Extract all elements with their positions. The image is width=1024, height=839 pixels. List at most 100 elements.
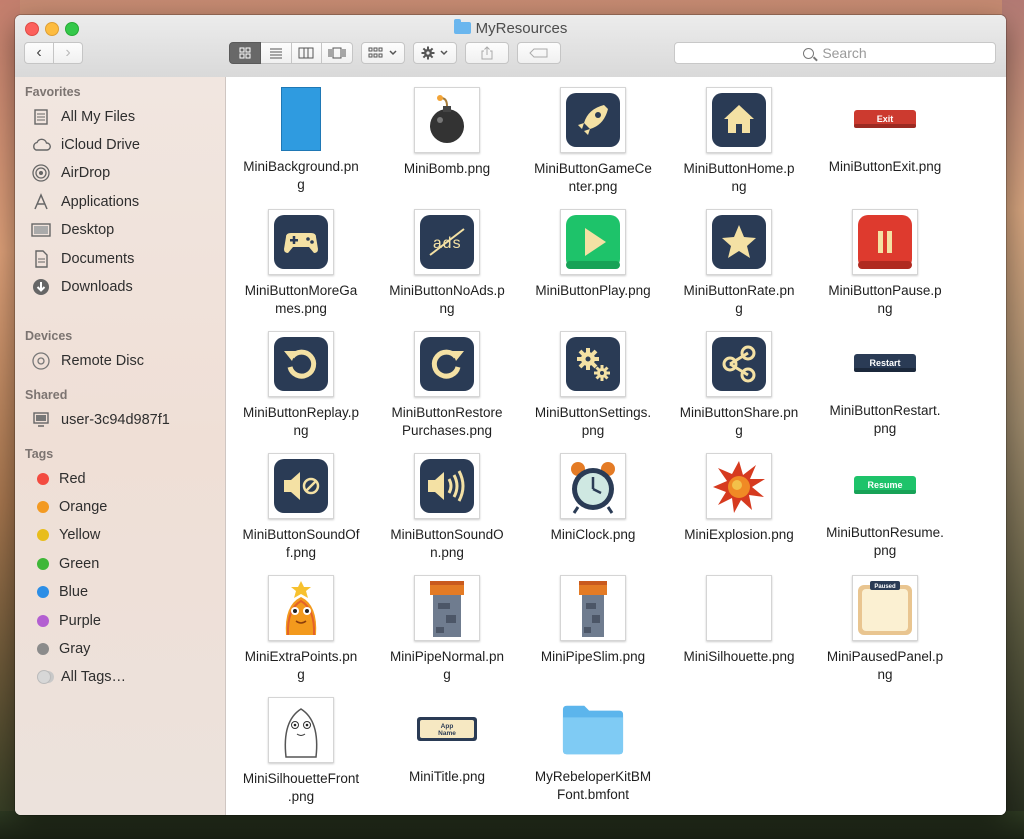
sidebar-header-favorites: Favorites — [25, 85, 81, 99]
forward-button[interactable]: › — [54, 42, 83, 64]
file-item[interactable]: MiniSilhouette.png — [669, 575, 809, 666]
file-item[interactable]: MiniButtonSettings. png — [523, 331, 663, 440]
sidebar-item-label: Blue — [59, 584, 89, 600]
window-title: MyResources — [15, 19, 1006, 37]
sidebar-item-tag-green[interactable]: Green — [31, 552, 99, 576]
search-icon — [803, 47, 815, 59]
sidebar-item-label: All My Files — [61, 109, 136, 125]
sidebar-item-tag-yellow[interactable]: Yellow — [31, 523, 100, 547]
arrange-button[interactable] — [361, 42, 405, 64]
all-tags-icon — [37, 670, 51, 684]
file-item[interactable]: MiniClock.png — [523, 453, 663, 544]
forward-chevron-icon: › — [65, 44, 71, 61]
file-item[interactable]: MyRebeloperKitBM Font.bmfont — [523, 697, 663, 804]
file-item[interactable]: MiniButtonPlay.png — [523, 209, 663, 300]
sidebar-header-shared: Shared — [25, 388, 68, 402]
file-item[interactable]: Exit MiniButtonExit.png — [815, 87, 955, 176]
file-item[interactable]: App Name MiniTitle.png — [377, 697, 517, 786]
search-placeholder: Search — [822, 45, 867, 61]
tag-button[interactable] — [517, 42, 561, 64]
file-name: MiniPausedPanel.p ng — [826, 649, 944, 682]
file-name: MiniButtonExit.png — [828, 159, 942, 174]
file-item[interactable]: Resume MiniButtonResume. png — [815, 453, 955, 560]
sound-on-icon — [414, 453, 480, 519]
tag-color-dot — [37, 558, 49, 570]
file-item[interactable]: MiniButtonPause.p ng — [815, 209, 955, 318]
tower-slim-icon — [560, 575, 626, 641]
sidebar-item-label: Orange — [59, 499, 108, 515]
sidebar-item-airdrop[interactable]: AirDrop — [31, 161, 110, 185]
sidebar-item-label: Remote Disc — [61, 353, 144, 369]
file-item[interactable]: MiniPipeSlim.png — [523, 575, 663, 666]
file-item[interactable]: MiniButtonGameCe nter.png — [523, 87, 663, 196]
svg-text:Exit: Exit — [877, 114, 894, 124]
all-files-icon — [31, 107, 51, 127]
sidebar-item-all-my-files[interactable]: All My Files — [31, 105, 135, 129]
restore-icon — [414, 331, 480, 397]
view-mode-selector — [229, 42, 353, 64]
icon-view-button[interactable] — [229, 42, 261, 64]
sidebar-item-desktop[interactable]: Desktop — [31, 218, 114, 242]
sidebar-item-documents[interactable]: Documents — [31, 247, 134, 271]
file-item[interactable]: MiniButtonRestore Purchases.png — [377, 331, 517, 440]
file-item[interactable]: MiniPipeNormal.pn g — [377, 575, 517, 684]
tag-color-dot — [37, 473, 49, 485]
sidebar-item-tag-gray[interactable]: Gray — [31, 637, 90, 661]
sidebar-item-applications[interactable]: Applications — [31, 190, 139, 214]
sidebar-item-tag-red[interactable]: Red — [31, 467, 86, 491]
explosion-icon — [706, 453, 772, 519]
tower-icon — [414, 575, 480, 641]
sidebar-item-remote-disc[interactable]: Remote Disc — [31, 349, 144, 373]
file-item[interactable]: MiniButtonHome.p ng — [669, 87, 809, 196]
share-button[interactable] — [465, 42, 509, 64]
file-grid: MiniBackground.pn g MiniBomb.png MiniButt… — [226, 77, 1006, 815]
paused-panel-icon: Paused — [852, 575, 918, 641]
file-item[interactable]: MiniButtonMoreGa mes.png — [231, 209, 371, 318]
sidebar-item-shared-computer[interactable]: user-3c94d987f1 — [31, 408, 170, 432]
file-item[interactable]: Restart MiniButtonRestart. png — [815, 331, 955, 438]
sidebar-item-tag-blue[interactable]: Blue — [31, 580, 88, 604]
file-item[interactable]: MiniExtraPoints.pn g — [231, 575, 371, 684]
sidebar-item-tag-orange[interactable]: Orange — [31, 495, 107, 519]
search-input[interactable]: Search — [674, 42, 996, 64]
sidebar: Favorites All My Files iCloud Drive AirD… — [15, 77, 226, 815]
sidebar-item-icloud-drive[interactable]: iCloud Drive — [31, 133, 140, 157]
column-view-button[interactable] — [291, 42, 323, 64]
restart-icon: Restart — [853, 331, 917, 395]
silhouette-icon — [268, 697, 334, 763]
file-item[interactable]: MiniButtonRate.pn g — [669, 209, 809, 318]
sidebar-item-downloads[interactable]: Downloads — [31, 275, 133, 299]
file-name: MiniButtonRestart. png — [829, 403, 941, 436]
file-name: MiniButtonRate.pn g — [683, 283, 795, 316]
file-item[interactable]: MiniExplosion.png — [669, 453, 809, 544]
list-view-button[interactable] — [260, 42, 292, 64]
file-item[interactable]: MiniButtonSoundO n.png — [377, 453, 517, 562]
cover-flow-button[interactable] — [322, 42, 353, 64]
documents-icon — [31, 249, 51, 269]
file-item[interactable]: MiniBackground.pn g — [231, 87, 371, 194]
file-item[interactable]: MiniSilhouetteFront .png — [231, 697, 371, 806]
file-name: MiniButtonHome.p ng — [683, 161, 795, 194]
file-item[interactable]: MiniButtonShare.pn g — [669, 331, 809, 440]
file-name: MiniButtonSettings. png — [534, 405, 652, 438]
share-node-icon — [706, 331, 772, 397]
chevron-down-icon — [440, 50, 448, 56]
file-item[interactable]: ads MiniButtonNoAds.p ng — [377, 209, 517, 318]
sidebar-header-devices: Devices — [25, 329, 73, 343]
back-button[interactable]: ‹ — [24, 42, 54, 64]
file-name: MiniButtonRestore Purchases.png — [391, 405, 503, 438]
file-name: MiniButtonResume. png — [826, 525, 944, 558]
file-item[interactable]: MiniButtonReplay.p ng — [231, 331, 371, 440]
file-name: MiniPipeNormal.pn g — [389, 649, 505, 682]
file-item[interactable]: Paused MiniPausedPanel.p ng — [815, 575, 955, 684]
action-button[interactable] — [413, 42, 457, 64]
sidebar-item-all-tags[interactable]: All Tags… — [31, 665, 126, 689]
file-item[interactable]: MiniButtonSoundOf f.png — [231, 453, 371, 562]
sidebar-item-label: iCloud Drive — [61, 137, 140, 153]
sidebar-item-label: Applications — [61, 194, 140, 210]
file-name: MiniPipeSlim.png — [540, 649, 646, 664]
downloads-icon — [31, 277, 51, 297]
file-item[interactable]: MiniBomb.png — [377, 87, 517, 178]
tag-icon — [529, 48, 548, 58]
sidebar-item-tag-purple[interactable]: Purple — [31, 609, 101, 633]
